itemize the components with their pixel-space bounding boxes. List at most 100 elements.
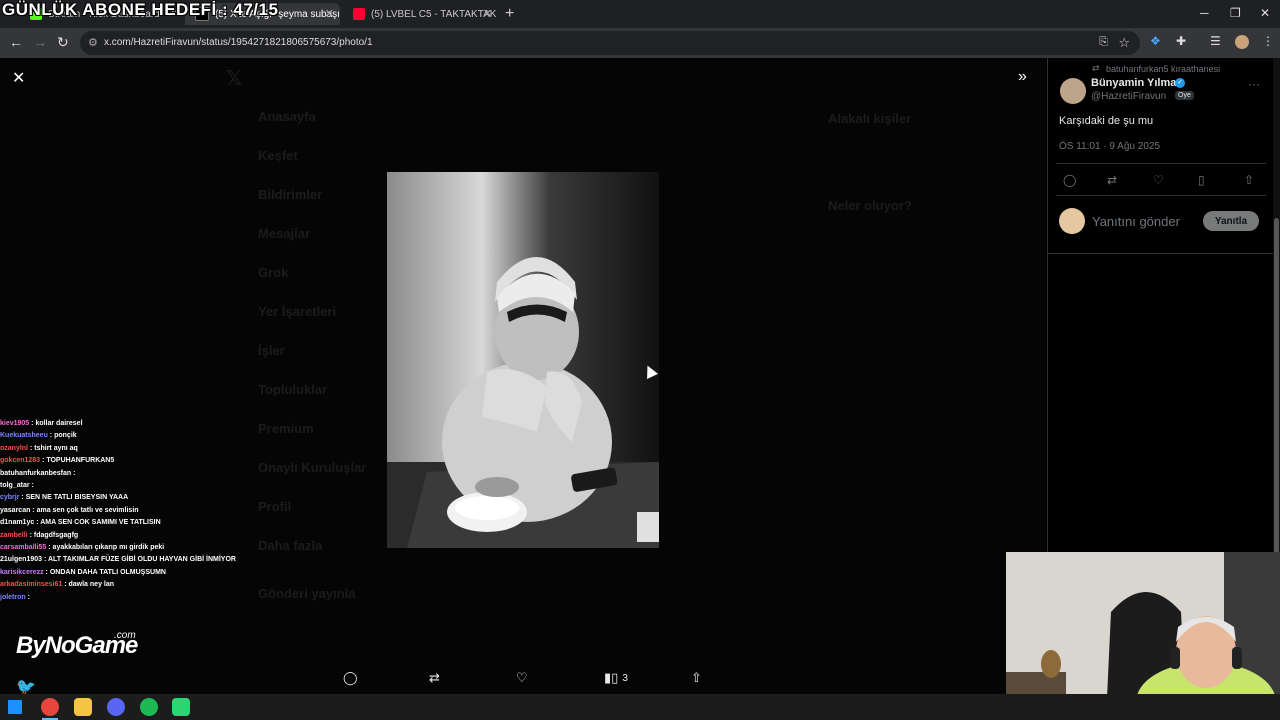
- windows-start-icon[interactable]: [8, 700, 22, 714]
- stream-brand-suffix: .com: [114, 630, 136, 641]
- chat-message: 21ulgen1903 : ALT TAKIMLAR FÜZE GİBİ OLD…: [0, 554, 250, 566]
- repost-indicator-icon: ⇄: [1092, 63, 1100, 73]
- chat-message: yasarcan : ama sen çok tatlı ve sevimlis…: [0, 505, 250, 517]
- chat-message: kiev1905 : kollar dairesel: [0, 418, 250, 430]
- reply-icon[interactable]: ◯: [1063, 173, 1076, 187]
- chat-text: AMA SEN COK SAMIMI VE TATLISIN: [40, 519, 161, 527]
- reply-action-icon[interactable]: ◯: [343, 670, 358, 686]
- chat-username: cybrjr: [0, 494, 20, 502]
- chat-username: arkadasiminsesi61: [0, 581, 63, 589]
- chat-message: d1nam1yc : AMA SEN COK SAMIMI VE TATLISI…: [0, 517, 250, 529]
- tweet-text: Karşıdaki de şu mu: [1059, 115, 1154, 127]
- scrollbar-thumb[interactable]: [1274, 218, 1279, 608]
- chat-text: tshirt aynı aq: [34, 444, 78, 452]
- author-name[interactable]: Bünyamin Yılmaz: [1091, 77, 1182, 89]
- discord-icon[interactable]: [107, 698, 125, 716]
- tweet-photo[interactable]: [387, 172, 659, 548]
- chat-username: ozanylnl: [0, 444, 29, 452]
- chat-message: arkadasiminsesi61 : dawla ney lan: [0, 579, 250, 591]
- chat-message: tolg_atar :: [0, 480, 250, 492]
- verified-badge-icon: ✓: [1175, 78, 1185, 88]
- sidebar-item: Onaylı Kuruluşlar: [258, 460, 367, 475]
- chat-username: carsamballi55: [0, 544, 47, 552]
- file-explorer-icon[interactable]: [74, 698, 92, 716]
- url-text[interactable]: x.com/HazretiFiravun/status/195427182180…: [104, 37, 373, 48]
- site-info-icon[interactable]: ⚙: [88, 36, 98, 49]
- tweet-actions-bar: ◯ ⇄ ♡ ▯ ⇧: [1048, 173, 1274, 189]
- windows-taskbar: [0, 694, 1280, 720]
- chat-message: cybrjr : SEN NE TATLI BISEYSIN YAAA: [0, 492, 250, 504]
- expand-panel-icon[interactable]: »: [1018, 68, 1027, 86]
- repost-action-icon[interactable]: ⇄: [429, 670, 440, 686]
- chrome-taskbar-icon[interactable]: [41, 698, 59, 716]
- like-icon[interactable]: ♡: [1153, 173, 1164, 187]
- share-icon[interactable]: ⇧: [1244, 173, 1254, 187]
- tweet-timestamp[interactable]: ÖS 11:01 · 9 Ağu 2025: [1059, 141, 1160, 152]
- sidebar-item: Profil: [258, 499, 292, 514]
- views-action[interactable]: ▮▯ 3: [604, 670, 628, 686]
- extension-icon[interactable]: ❖: [1150, 34, 1161, 48]
- chat-username: Kuekuatsheeu: [0, 432, 48, 440]
- right-heading: Alakalı kişiler: [828, 111, 912, 126]
- chat-message: gokcen1283 : TOPUHANFURKAN5: [0, 455, 250, 467]
- sidebar-item: Mesajlar: [258, 226, 311, 241]
- affiliation-badge: Oye: [1175, 91, 1194, 100]
- sidebar-item: Yer İşaretleri: [258, 304, 337, 319]
- chat-text: ALT TAKIMLAR FÜZE GİBİ OLDU HAYVAN GİBİ …: [48, 556, 236, 564]
- reload-icon[interactable]: ↻: [57, 34, 69, 51]
- back-icon[interactable]: ←: [9, 34, 23, 50]
- divider: [1056, 163, 1266, 164]
- tab-label: (5) LVBEL C5 - TAKTAKTAK (...: [371, 8, 498, 20]
- repost-icon[interactable]: ⇄: [1107, 173, 1117, 187]
- chat-username: batuhanfurkanbesfan: [0, 469, 72, 477]
- profile-avatar[interactable]: [1235, 35, 1249, 49]
- stream-chat-overlay: kiev1905 : kollar dairesel Kuekuatsheeu :…: [0, 418, 250, 604]
- minimize-icon[interactable]: ─: [1200, 6, 1209, 20]
- chat-text: kollar dairesel: [35, 420, 83, 427]
- browser-toolbar: ← → ↻ ⚙ x.com/HazretiFiravun/status/1954…: [0, 28, 1280, 58]
- share-action-icon[interactable]: ⇧: [691, 670, 702, 686]
- more-options-icon[interactable]: ···: [1248, 77, 1260, 91]
- game-app-icon[interactable]: [172, 698, 190, 716]
- divider: [1056, 195, 1266, 196]
- reading-list-icon[interactable]: ☰: [1210, 34, 1221, 48]
- restore-icon[interactable]: ❐: [1230, 6, 1241, 20]
- bookmark-icon[interactable]: ▯: [1198, 173, 1205, 187]
- bookmark-star-icon[interactable]: ☆: [1118, 35, 1130, 51]
- close-photo-icon[interactable]: ✕: [12, 68, 25, 88]
- tweet-detail-panel: ⇄ batuhanfurkan5 kıraathanesi Bünyamin Y…: [1047, 58, 1274, 552]
- forward-icon[interactable]: →: [33, 34, 47, 50]
- chat-message: karisikcerezz : ONDAN DAHA TATLI OLMUŞSU…: [0, 567, 250, 579]
- chat-text: SEN NE TATLI BISEYSIN YAAA: [25, 494, 129, 502]
- extensions-puzzle-icon[interactable]: ✚: [1176, 34, 1186, 48]
- close-window-icon[interactable]: ✕: [1260, 6, 1270, 20]
- reposted-by: batuhanfurkan5 kıraathanesi: [1106, 64, 1221, 74]
- sidebar-item: Daha fazla: [258, 538, 323, 553]
- browser-tab-youtube[interactable]: (5) LVBEL C5 - TAKTAKTAK (... ✕: [343, 3, 498, 25]
- panel-scrollbar[interactable]: [1273, 58, 1280, 608]
- menu-kebab-icon[interactable]: ⋮: [1262, 34, 1274, 48]
- like-action-icon[interactable]: ♡: [516, 670, 528, 686]
- chat-username: tolg_atar: [0, 482, 30, 490]
- author-handle[interactable]: @HazretiFiravun: [1091, 91, 1166, 102]
- reply-button[interactable]: Yanıtla: [1203, 211, 1259, 231]
- x-logo-icon: 𝕏: [226, 68, 243, 90]
- author-avatar[interactable]: [1060, 78, 1086, 104]
- sidebar-item: Bildirimler: [258, 187, 323, 202]
- youtube-favicon-icon: [353, 8, 365, 20]
- chat-separator: :: [71, 469, 76, 477]
- chat-username: d1nam1yc: [0, 519, 35, 527]
- chat-text: ONDAN DAHA TATLI OLMUŞSUMN: [49, 568, 166, 576]
- spotify-icon[interactable]: [140, 698, 158, 716]
- close-tab-icon[interactable]: ✕: [325, 7, 334, 20]
- sidebar-item: Topluluklar: [258, 382, 328, 397]
- install-app-icon[interactable]: ⎘: [1099, 36, 1108, 49]
- new-tab-icon[interactable]: +: [505, 5, 514, 23]
- reply-input[interactable]: Yanıtını gönder: [1092, 214, 1180, 229]
- chat-username: zambelli: [0, 531, 28, 539]
- address-bar[interactable]: ⚙ x.com/HazretiFiravun/status/1954271821…: [80, 31, 1140, 55]
- chat-message: ozanylnl : tshirt aynı aq: [0, 443, 250, 455]
- close-tab-icon[interactable]: ✕: [483, 7, 492, 20]
- photo-image: [387, 172, 659, 548]
- post-button-dimmed: Gönderi yayınla: [258, 586, 356, 601]
